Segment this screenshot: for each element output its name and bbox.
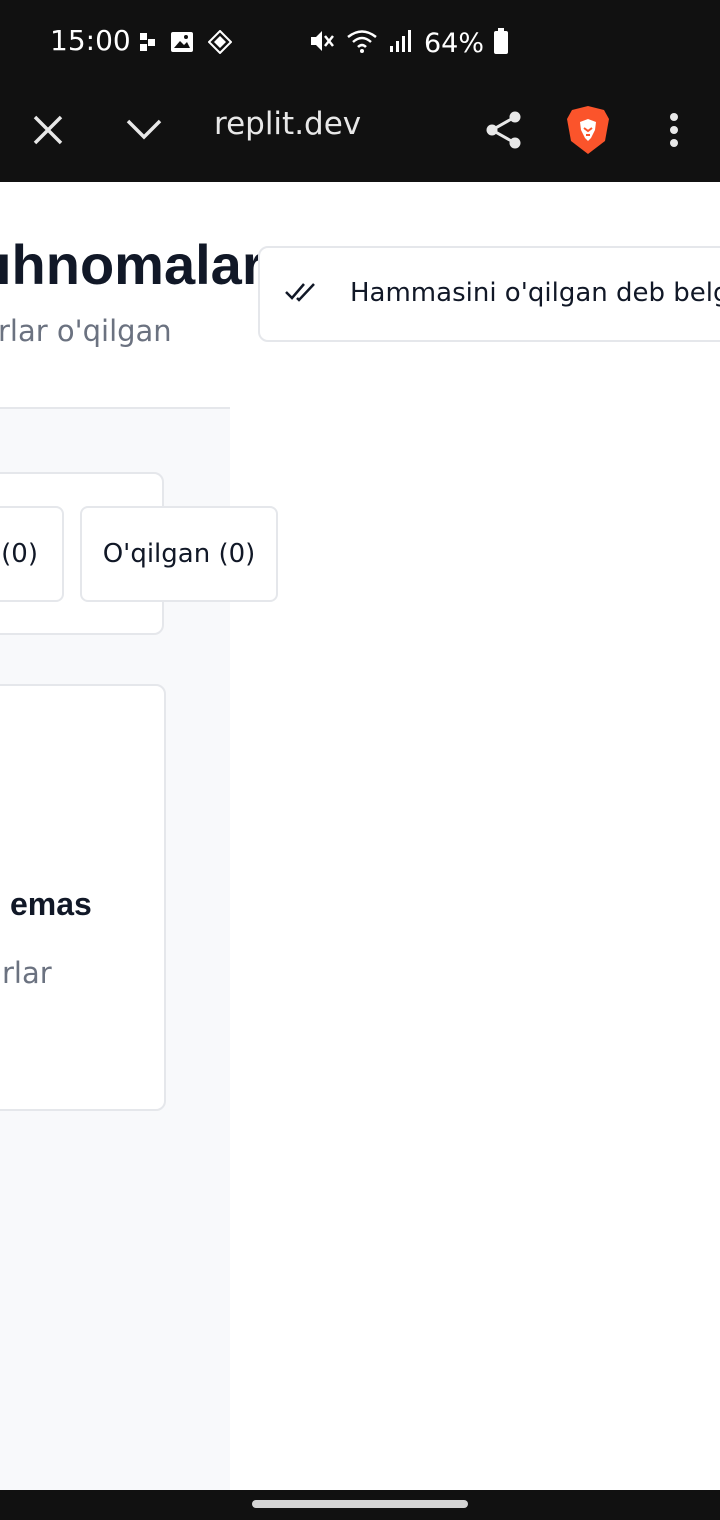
empty-state-card: emas rlar <box>0 684 166 1111</box>
status-right-icons: 64% <box>308 28 509 59</box>
wifi-icon <box>346 28 378 59</box>
battery-icon <box>494 28 509 59</box>
brave-shields-button[interactable] <box>560 104 616 160</box>
status-time: 15:00 <box>50 24 131 57</box>
filter-unread-button[interactable]: (0) <box>0 506 64 602</box>
system-nav-bar <box>0 1490 720 1520</box>
page-title: ıhnomalar <box>0 233 264 296</box>
browser-toolbar: replit.dev <box>0 84 720 182</box>
notification-dots-icon <box>140 33 156 56</box>
empty-state-description: rlar <box>2 956 52 990</box>
mark-all-read-button[interactable]: Hammasini o'qilgan deb belgilash <box>258 246 720 342</box>
close-icon <box>32 114 64 151</box>
brave-shield-icon <box>566 105 610 160</box>
chevron-down-icon <box>125 118 163 147</box>
close-tab-button[interactable] <box>20 104 76 160</box>
share-button[interactable] <box>476 104 532 160</box>
filter-read-label: O'qilgan (0) <box>102 539 256 569</box>
collapse-button[interactable] <box>116 104 172 160</box>
app-icon <box>207 29 233 59</box>
page-content: ıhnomalar rlar o'qilgan Hammasini o'qilg… <box>0 182 720 1490</box>
signal-icon <box>388 28 414 59</box>
status-bar: 15:00 64% <box>0 0 720 84</box>
mute-icon <box>308 28 336 59</box>
empty-state-title: emas <box>10 886 92 922</box>
mark-all-read-label: Hammasini o'qilgan deb belgilash <box>350 278 720 308</box>
menu-button[interactable] <box>646 104 702 160</box>
filter-read-button[interactable]: O'qilgan (0) <box>80 506 278 602</box>
status-left-icons <box>140 29 233 59</box>
home-gesture-handle[interactable] <box>252 1500 468 1508</box>
share-icon <box>484 110 524 155</box>
double-check-icon <box>284 278 318 309</box>
filter-unread-label: (0) <box>1 539 38 569</box>
page-subtitle: rlar o'qilgan <box>0 314 172 348</box>
url-text[interactable]: replit.dev <box>214 106 384 142</box>
battery-percent: 64% <box>424 28 485 59</box>
gallery-icon <box>170 31 194 58</box>
more-vert-icon <box>668 112 680 153</box>
